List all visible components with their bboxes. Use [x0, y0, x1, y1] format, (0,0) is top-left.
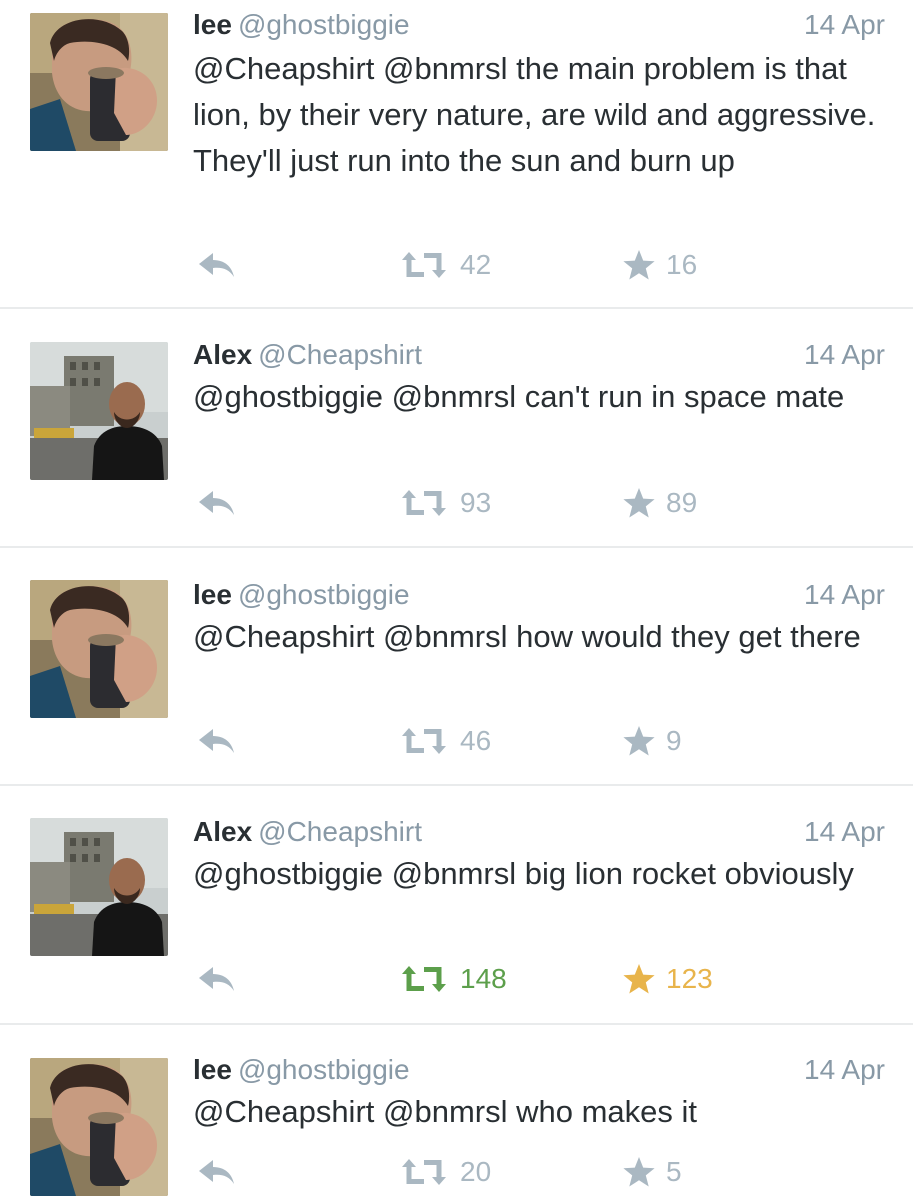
star-icon [622, 249, 656, 281]
user-handle[interactable]: @ghostbiggie [238, 9, 410, 40]
star-icon [622, 725, 656, 757]
display-name[interactable]: Alex [193, 339, 252, 370]
reply-button[interactable] [197, 959, 237, 999]
reply-arrow-icon [197, 964, 237, 994]
star-icon [622, 963, 656, 995]
user-handle[interactable]: @ghostbiggie [238, 1054, 410, 1085]
retweet-icon [398, 726, 450, 756]
favorite-button[interactable]: 16 [622, 245, 697, 285]
retweet-icon [398, 1157, 450, 1187]
favorite-count: 9 [666, 725, 682, 756]
user-avatar-image [30, 580, 168, 718]
retweet-button[interactable]: 93 [398, 483, 491, 523]
retweet-button[interactable]: 20 [398, 1152, 491, 1192]
tweet-actions: 148 123 [0, 959, 913, 999]
tweet-actions: 93 89 [0, 483, 913, 523]
retweet-count: 148 [460, 963, 507, 994]
favorite-count: 123 [666, 963, 713, 994]
display-name[interactable]: lee [193, 1054, 232, 1085]
tweet[interactable]: Alex @Cheapshirt 14 Apr @ghostbiggie @bnm… [0, 310, 913, 548]
reply-arrow-icon [197, 726, 237, 756]
reply-arrow-icon [197, 488, 237, 518]
reply-arrow-icon [197, 1157, 237, 1187]
avatar[interactable] [30, 13, 168, 151]
retweet-button[interactable]: 46 [398, 721, 491, 761]
avatar[interactable] [30, 818, 168, 956]
tweet-actions: 20 5 [0, 1152, 913, 1192]
tweet-header: Alex @Cheapshirt 14 Apr [193, 338, 885, 372]
retweet-button[interactable]: 42 [398, 245, 491, 285]
reply-button[interactable] [197, 1152, 237, 1192]
retweet-icon [398, 250, 450, 280]
retweet-count: 93 [460, 487, 492, 518]
tweet-actions: 42 16 [0, 245, 913, 285]
tweet-divider [0, 307, 913, 309]
avatar[interactable] [30, 342, 168, 480]
tweet-header: lee @ghostbiggie 14 Apr [193, 8, 885, 42]
user-handle[interactable]: @Cheapshirt [258, 339, 422, 370]
tweet-text: @ghostbiggie @bnmrsl big lion rocket obv… [193, 856, 854, 891]
tweet-text: @Cheapshirt @bnmrsl how would they get t… [193, 619, 861, 654]
tweet-actions: 46 9 [0, 721, 913, 761]
tweet[interactable]: Alex @Cheapshirt 14 Apr @ghostbiggie @bnm… [0, 786, 913, 1024]
tweet-date[interactable]: 14 Apr [804, 8, 885, 42]
user-avatar-image [30, 13, 168, 151]
favorite-button[interactable]: 89 [622, 483, 697, 523]
tweet[interactable]: lee @ghostbiggie 14 Apr @Cheapshirt @bnmr… [0, 548, 913, 786]
tweet-date[interactable]: 14 Apr [804, 578, 885, 612]
retweet-icon [398, 964, 450, 994]
retweet-count: 42 [460, 249, 492, 280]
favorite-button[interactable]: 123 [622, 959, 713, 999]
tweet-header: Alex @Cheapshirt 14 Apr [193, 815, 885, 849]
display-name[interactable]: Alex [193, 816, 252, 847]
star-icon [622, 1156, 656, 1188]
user-handle[interactable]: @ghostbiggie [238, 579, 410, 610]
tweet-text: @ghostbiggie @bnmrsl can't run in space … [193, 379, 845, 414]
retweet-count: 20 [460, 1156, 492, 1187]
tweet-text: @Cheapshirt @bnmrsl who makes it [193, 1094, 697, 1129]
favorite-count: 89 [666, 487, 698, 518]
tweet[interactable]: lee @ghostbiggie 14 Apr @Cheapshirt @bnmr… [0, 1025, 913, 1200]
tweet-date[interactable]: 14 Apr [804, 815, 885, 849]
favorite-count: 16 [666, 249, 698, 280]
user-handle[interactable]: @Cheapshirt [258, 816, 422, 847]
user-avatar-image [30, 342, 168, 480]
tweet[interactable]: lee @ghostbiggie 14 Apr @Cheapshirt @bnmr… [0, 0, 913, 312]
user-avatar-image [30, 818, 168, 956]
display-name[interactable]: lee [193, 579, 232, 610]
reply-button[interactable] [197, 483, 237, 523]
retweet-button[interactable]: 148 [398, 959, 507, 999]
favorite-button[interactable]: 5 [622, 1152, 682, 1192]
star-icon [622, 487, 656, 519]
reply-button[interactable] [197, 245, 237, 285]
tweet-date[interactable]: 14 Apr [804, 338, 885, 372]
tweet-date[interactable]: 14 Apr [804, 1053, 885, 1087]
tweet-timeline: lee @ghostbiggie 14 Apr @Cheapshirt @bnmr… [0, 0, 913, 1200]
display-name[interactable]: lee [193, 9, 232, 40]
reply-button[interactable] [197, 721, 237, 761]
tweet-header: lee @ghostbiggie 14 Apr [193, 1053, 885, 1087]
retweet-count: 46 [460, 725, 492, 756]
retweet-icon [398, 488, 450, 518]
favorite-count: 5 [666, 1156, 682, 1187]
avatar[interactable] [30, 580, 168, 718]
tweet-header: lee @ghostbiggie 14 Apr [193, 578, 885, 612]
tweet-text: @Cheapshirt @bnmrsl the main problem is … [193, 51, 876, 178]
reply-arrow-icon [197, 250, 237, 280]
favorite-button[interactable]: 9 [622, 721, 682, 761]
